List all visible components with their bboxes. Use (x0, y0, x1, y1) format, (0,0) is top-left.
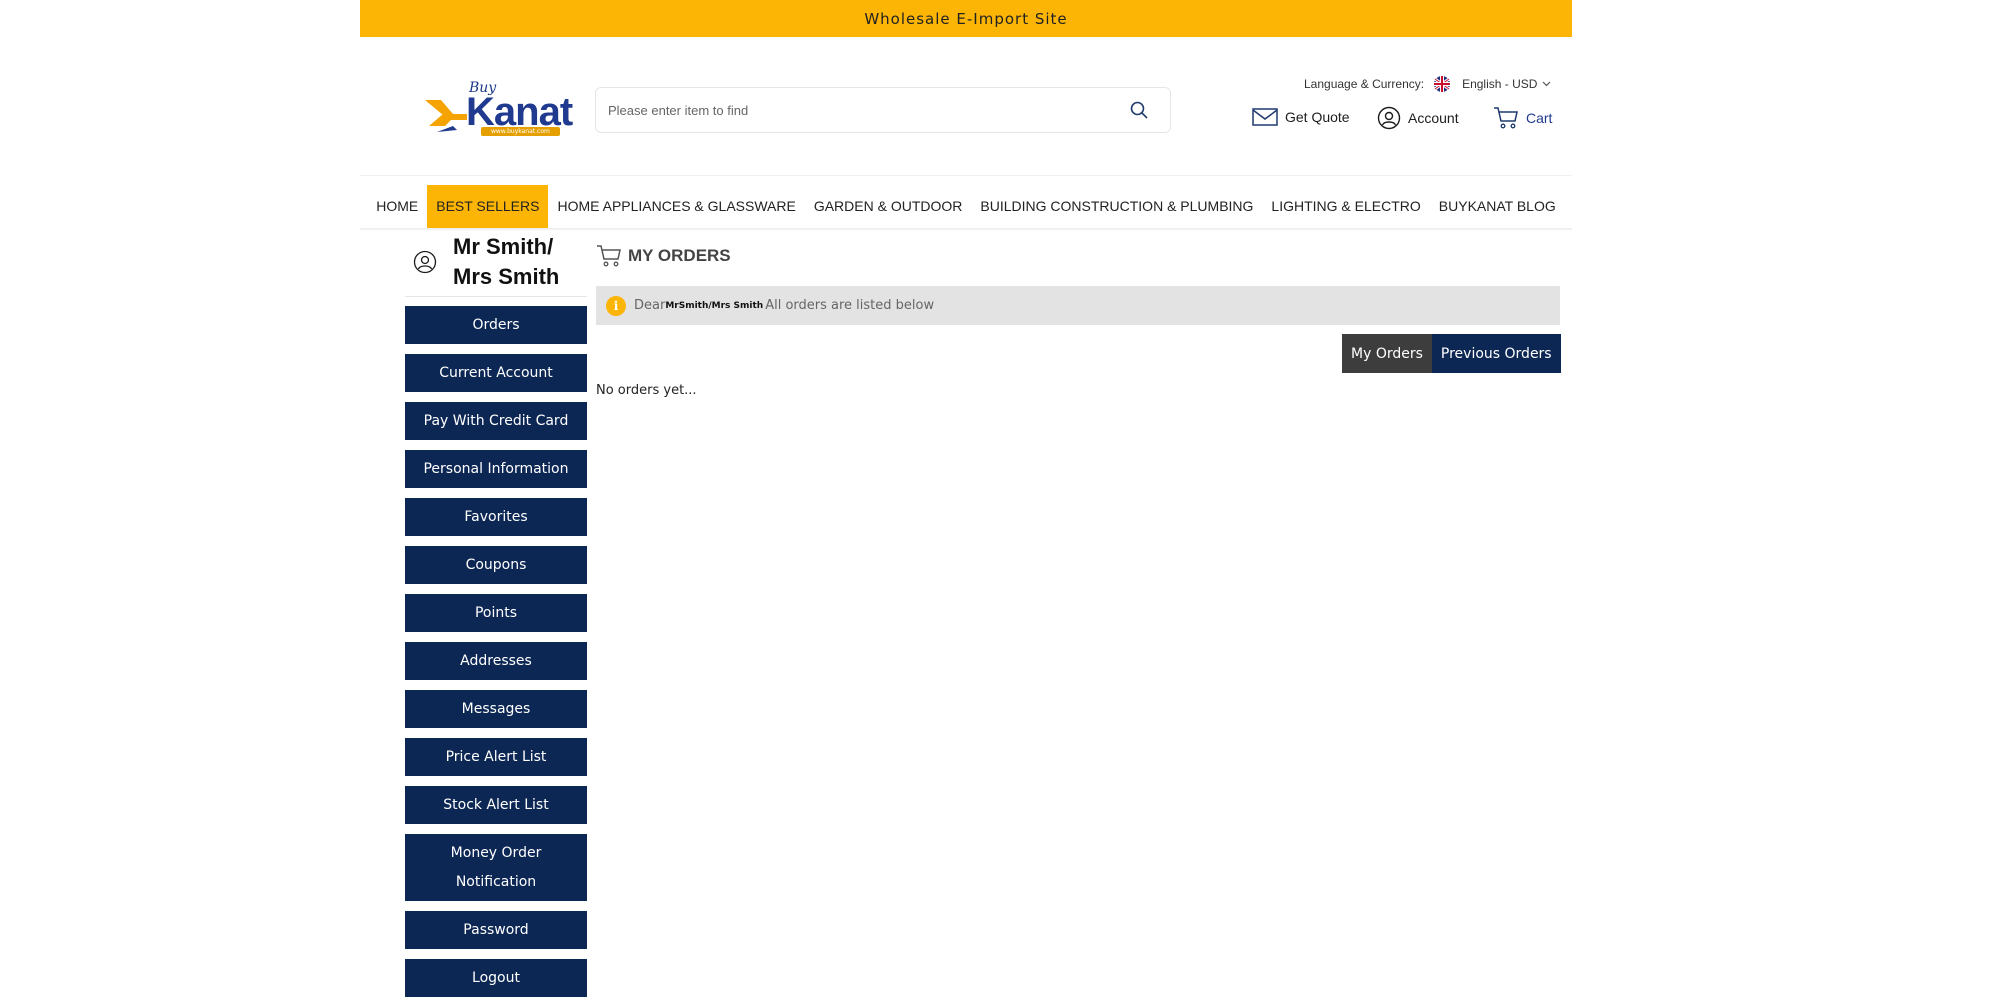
nav-divider (360, 175, 1572, 176)
search-box (595, 87, 1171, 133)
cart-label: Cart (1526, 110, 1553, 126)
nav-item-home[interactable]: HOME (367, 185, 427, 228)
info-alert: i Dear MrSmith/Mrs Smith All orders are … (596, 286, 1560, 325)
page: Wholesale E-Import Site Buy Kanat www.bu… (360, 0, 1572, 1000)
sidebar-item-points[interactable]: Points (405, 594, 587, 632)
uk-flag-icon (1434, 76, 1451, 92)
language-value: English - USD (1462, 77, 1538, 91)
logo-mark-icon (425, 100, 467, 132)
language-currency-selector[interactable]: Language & Currency: English - USD (1304, 76, 1551, 92)
alert-user-name: MrSmith/Mrs Smith (665, 300, 764, 311)
language-label: Language & Currency: (1304, 77, 1425, 91)
sidebar-item-money-order-notification[interactable]: Money Order Notification (405, 834, 587, 901)
sidebar-item-price-alert-list[interactable]: Price Alert List (405, 738, 587, 776)
envelope-icon (1252, 108, 1278, 126)
sidebar-item-logout[interactable]: Logout (405, 959, 587, 997)
chevron-down-icon (1543, 81, 1551, 87)
nav-item-garden-outdoor[interactable]: GARDEN & OUTDOOR (805, 185, 972, 228)
announcement-text: Wholesale E-Import Site (864, 9, 1068, 28)
sidebar-item-favorites[interactable]: Favorites (405, 498, 587, 536)
sidebar-item-addresses[interactable]: Addresses (405, 642, 587, 680)
nav-item-building-construction-plumbing[interactable]: BUILDING CONSTRUCTION & PLUMBING (971, 185, 1262, 228)
page-title: MY ORDERS (596, 244, 731, 268)
nav-item-lighting-electro[interactable]: LIGHTING & ELECTRO (1262, 185, 1429, 228)
account-link[interactable]: Account (1377, 106, 1459, 130)
user-name: Mr Smith/ Mrs Smith (453, 234, 560, 289)
sidebar-item-pay-with-credit-card[interactable]: Pay With Credit Card (405, 402, 587, 440)
cart-icon (597, 245, 621, 267)
search-input[interactable] (606, 101, 1110, 119)
info-icon: i (606, 295, 626, 316)
tab-previous-orders[interactable]: Previous Orders (1431, 334, 1561, 373)
sidebar-item-password[interactable]: Password (405, 911, 587, 949)
get-quote-label: Get Quote (1285, 109, 1350, 125)
sidebar-item-current-account[interactable]: Current Account (405, 354, 587, 392)
sidebar-item-personal-information[interactable]: Personal Information (405, 450, 587, 488)
main-navigation: HOME BEST SELLERS HOME APPLIANCES & GLAS… (360, 185, 1572, 228)
account-label: Account (1408, 110, 1459, 126)
user-circle-icon (413, 250, 437, 274)
user-divider (405, 296, 587, 297)
search-icon[interactable] (1130, 101, 1148, 119)
account-sidebar-menu: Orders Current Account Pay With Credit C… (405, 306, 587, 1007)
nav-item-home-appliances-glassware[interactable]: HOME APPLIANCES & GLASSWARE (548, 185, 804, 228)
sidebar-item-orders[interactable]: Orders (405, 306, 587, 344)
cart-icon (1494, 107, 1518, 129)
nav-item-best-sellers[interactable]: BEST SELLERS (427, 185, 549, 228)
cart-link[interactable]: Cart (1493, 106, 1552, 130)
orders-tabs: My Orders Previous Orders (1342, 334, 1561, 373)
top-announcement-bar: Wholesale E-Import Site (360, 0, 1572, 37)
get-quote-link[interactable]: Get Quote (1252, 107, 1350, 127)
empty-orders-message: No orders yet... (596, 383, 697, 398)
user-profile: Mr Smith/ Mrs Smith (405, 228, 585, 296)
nav-item-buykanat-blog[interactable]: BUYKANAT BLOG (1430, 185, 1565, 228)
user-circle-icon (1377, 106, 1401, 130)
sidebar-item-messages[interactable]: Messages (405, 690, 587, 728)
logo-url-text: www.buykanat.com (481, 127, 560, 136)
page-title-text: MY ORDERS (628, 246, 731, 265)
sidebar-item-stock-alert-list[interactable]: Stock Alert List (405, 786, 587, 824)
site-logo[interactable]: Buy Kanat www.buykanat.com (423, 80, 573, 142)
tab-my-orders[interactable]: My Orders (1342, 334, 1432, 373)
sidebar-item-coupons[interactable]: Coupons (405, 546, 587, 584)
alert-prefix: Dear (634, 298, 666, 313)
alert-text: All orders are listed below (765, 298, 935, 313)
